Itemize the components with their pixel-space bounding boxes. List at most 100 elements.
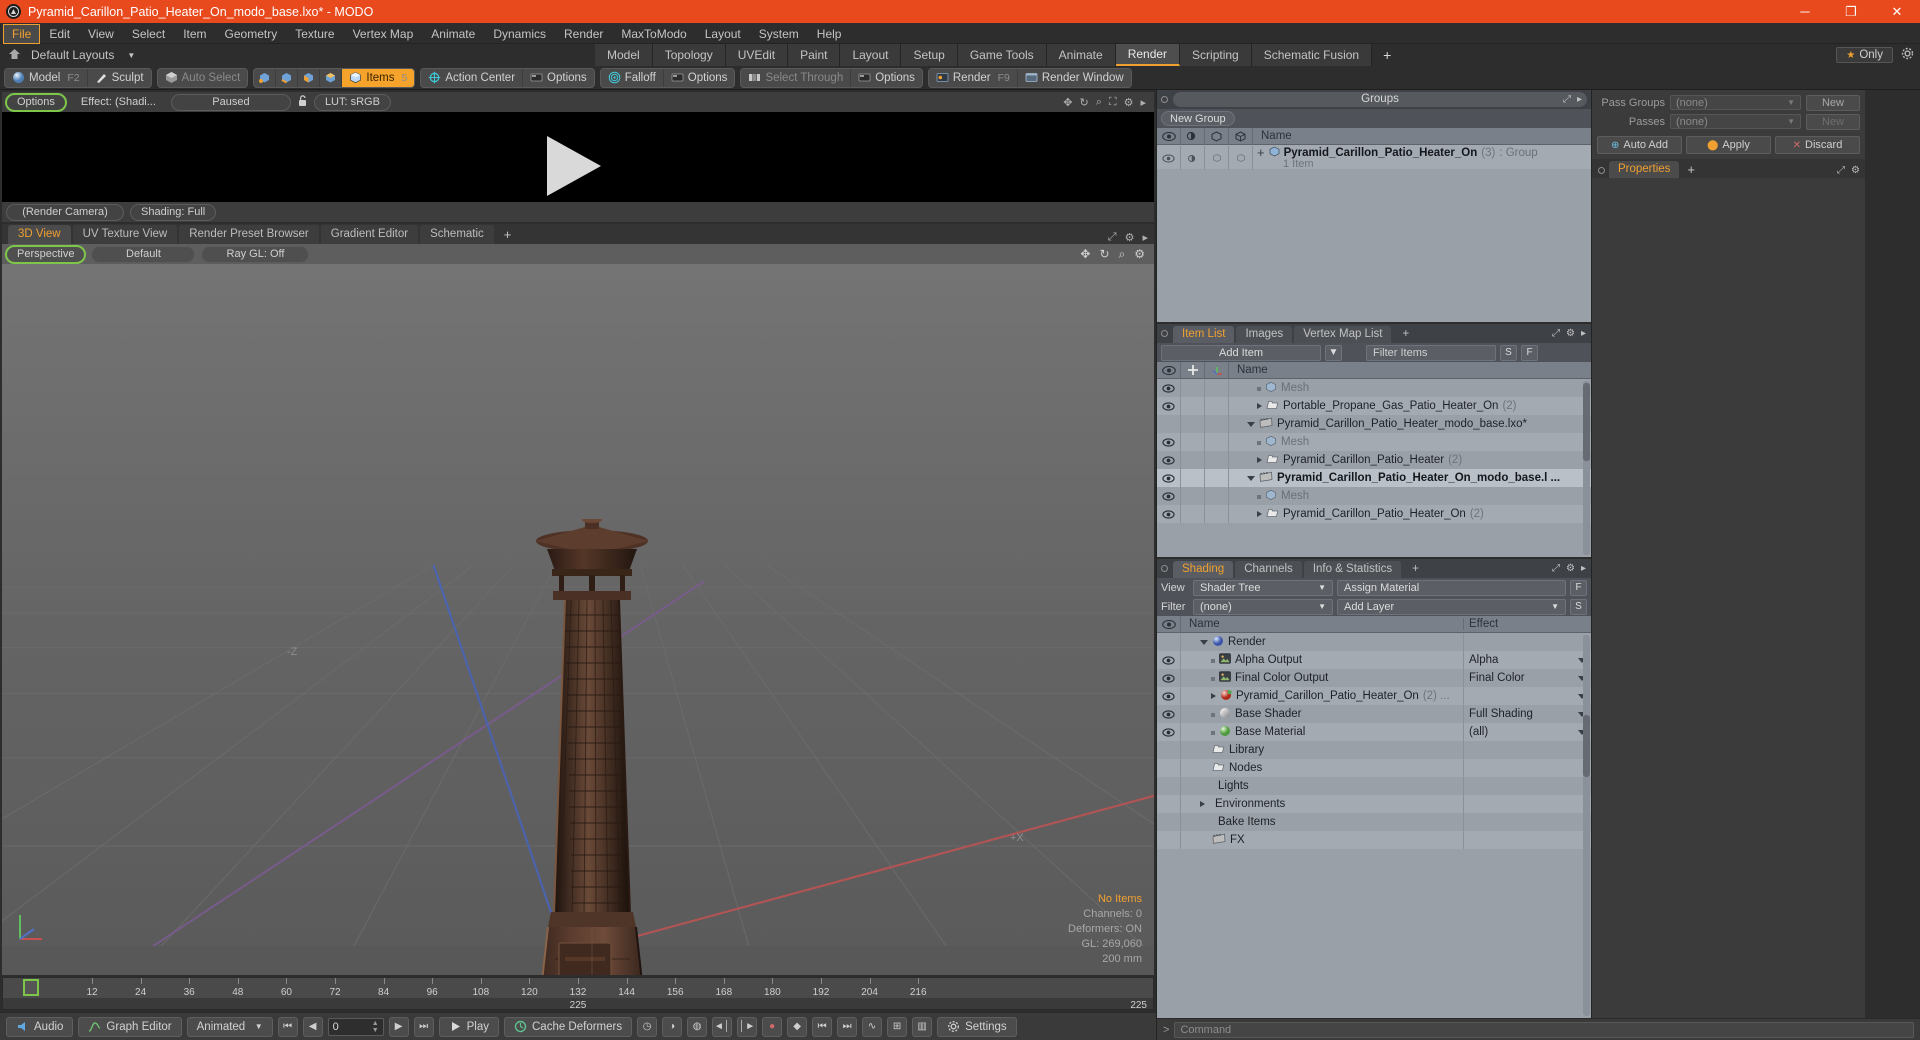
row-visibility-toggle[interactable] — [1157, 379, 1181, 397]
item-list-scrollbar[interactable] — [1583, 381, 1590, 555]
chevron-right-icon[interactable]: ▸ — [1577, 94, 1582, 105]
row-visibility-toggle[interactable] — [1157, 759, 1181, 777]
maximize-button[interactable]: ❐ — [1828, 0, 1874, 23]
key-end-icon[interactable]: ⏭ — [837, 1016, 858, 1037]
row-transform-toggle[interactable] — [1205, 415, 1229, 433]
key-next-icon[interactable]: │► — [737, 1016, 758, 1037]
row-expander[interactable] — [1200, 762, 1208, 774]
gear-icon[interactable]: ⚙ — [1125, 231, 1135, 244]
tab-scripting[interactable]: Scripting — [1180, 44, 1252, 66]
item-list-row[interactable]: Pyramid_Carillon_Patio_Heater (2) — [1157, 451, 1591, 469]
eye-icon[interactable] — [1157, 361, 1181, 379]
row-eye-toggle[interactable] — [1157, 146, 1181, 170]
row-visibility-toggle[interactable] — [1157, 831, 1181, 849]
shader-effect-cell[interactable] — [1463, 831, 1591, 849]
select-materials-button[interactable] — [320, 68, 343, 87]
shader-effect-cell[interactable] — [1463, 687, 1591, 705]
filter-f-button[interactable]: F — [1521, 344, 1538, 361]
home-icon[interactable] — [8, 48, 21, 63]
row-expander[interactable] — [1200, 798, 1205, 810]
add-item-list-tab-button[interactable]: + — [1393, 326, 1418, 343]
row-wire-toggle[interactable] — [1229, 146, 1253, 170]
select-vertices-button[interactable] — [254, 68, 277, 87]
rotate-icon[interactable]: ↻ — [1080, 96, 1089, 109]
tab-render-preset-browser[interactable]: Render Preset Browser — [179, 225, 319, 244]
row-transform-toggle[interactable] — [1205, 469, 1229, 487]
row-render-toggle[interactable] — [1205, 146, 1229, 170]
row-visibility-toggle[interactable] — [1157, 633, 1181, 651]
preview-effect-label[interactable]: Effect: (Shadi... — [71, 95, 166, 110]
row-visibility-toggle[interactable] — [1157, 415, 1181, 433]
curve-icon[interactable]: ∿ — [862, 1016, 883, 1037]
auto-add-button[interactable]: ⊕ Auto Add — [1597, 136, 1682, 154]
patio-heater-model[interactable] — [497, 519, 687, 975]
row-visibility-toggle[interactable] — [1157, 741, 1181, 759]
row-transform-toggle[interactable] — [1205, 433, 1229, 451]
row-visibility-toggle[interactable] — [1157, 487, 1181, 505]
record-icon[interactable]: ● — [762, 1016, 783, 1037]
panel-dot-icon[interactable] — [1161, 330, 1168, 337]
row-visibility-toggle[interactable] — [1157, 469, 1181, 487]
shader-effect-cell[interactable] — [1463, 777, 1591, 795]
menu-view[interactable]: View — [79, 24, 123, 44]
row-expander[interactable] — [1257, 436, 1261, 448]
graph-editor-button[interactable]: Graph Editor — [78, 1016, 182, 1037]
shader-tree-row[interactable]: Base Shader Full Shading — [1157, 705, 1591, 723]
keyframe-icon[interactable]: ◆ — [787, 1016, 808, 1037]
filter-items-input[interactable]: Filter Items — [1366, 344, 1496, 361]
menu-system[interactable]: System — [750, 24, 808, 44]
row-visibility-toggle[interactable] — [1157, 451, 1181, 469]
shader-tree-row[interactable]: Final Color Output Final Color — [1157, 669, 1591, 687]
tab-schematic[interactable]: Schematic — [420, 225, 494, 244]
shader-tree-rows[interactable]: Render Alpha Output Alpha Final Color Outpu… — [1157, 633, 1591, 1018]
tab-schematic-fusion[interactable]: Schematic Fusion — [1251, 44, 1373, 66]
zoom-icon[interactable]: ⌕ — [1096, 96, 1102, 109]
row-expander[interactable] — [1200, 834, 1208, 846]
tab-vertex-map-list[interactable]: Vertex Map List — [1294, 326, 1392, 343]
row-transform-toggle[interactable] — [1205, 505, 1229, 523]
row-lock-toggle[interactable] — [1181, 415, 1205, 433]
row-lock-toggle[interactable] — [1181, 505, 1205, 523]
expand-icon[interactable]: ⤢ — [1837, 165, 1845, 176]
menu-render[interactable]: Render — [555, 24, 612, 44]
chevron-right-icon[interactable]: ▸ — [1581, 328, 1586, 339]
row-expander[interactable] — [1257, 382, 1261, 394]
eye-icon[interactable] — [1157, 127, 1181, 145]
command-input[interactable]: Command — [1174, 1021, 1914, 1038]
menu-item[interactable]: Item — [174, 24, 215, 44]
panel-dot-icon[interactable] — [1598, 167, 1605, 174]
tab-3d-view[interactable]: 3D View — [8, 225, 71, 244]
row-expander[interactable] — [1257, 508, 1262, 520]
row-visibility-toggle[interactable] — [1157, 397, 1181, 415]
shader-effect-cell[interactable]: Final Color — [1463, 669, 1591, 687]
clock-icon[interactable]: ◷ — [637, 1016, 658, 1037]
gear-icon[interactable]: ⚙ — [1124, 96, 1134, 109]
shader-tree-row[interactable]: Environments — [1157, 795, 1591, 813]
viewport-canvas[interactable]: -Z +X No Items Channels: 0 Deformers: ON… — [2, 264, 1154, 975]
action-center-options-button[interactable]: Options — [523, 69, 594, 87]
expand-plus-icon[interactable]: + — [1257, 146, 1265, 159]
chevron-right-icon[interactable]: ▸ — [1581, 563, 1586, 574]
menu-edit[interactable]: Edit — [40, 24, 79, 44]
preview-options-button[interactable]: Options — [5, 92, 67, 112]
action-center-button[interactable]: Action Center — [421, 68, 524, 87]
preview-status-button[interactable]: Paused — [170, 93, 291, 111]
chevron-down-icon[interactable]: ▼ — [127, 51, 135, 60]
expand-icon[interactable]: ⤢ — [1108, 231, 1117, 244]
row-expander[interactable] — [1257, 490, 1261, 502]
select-edges-button[interactable] — [276, 68, 299, 87]
shader-tree-row[interactable]: Library — [1157, 741, 1591, 759]
add-viewport-tab-button[interactable]: + — [496, 225, 520, 244]
timeline[interactable]: 225 225 12 24 36 48 60 72 84 96 108 120 132 144 156 1… — [2, 977, 1154, 1011]
row-lock-toggle[interactable] — [1181, 469, 1205, 487]
menu-file[interactable]: File — [3, 23, 41, 44]
item-list-row[interactable]: Pyramid_Carillon_Patio_Heater_modo_base.… — [1157, 415, 1591, 433]
gear-icon[interactable] — [1901, 47, 1914, 63]
filter-dropdown[interactable]: (none) ▼ — [1193, 598, 1333, 615]
render-window-button[interactable]: Render Window — [1018, 69, 1131, 87]
play-triangle-icon[interactable] — [547, 136, 601, 196]
shading-f-button[interactable]: F — [1570, 579, 1587, 596]
tab-uvedit[interactable]: UVEdit — [725, 44, 789, 66]
chevron-right-icon[interactable]: ▸ — [1142, 231, 1148, 244]
axis-icon[interactable] — [1205, 361, 1229, 379]
